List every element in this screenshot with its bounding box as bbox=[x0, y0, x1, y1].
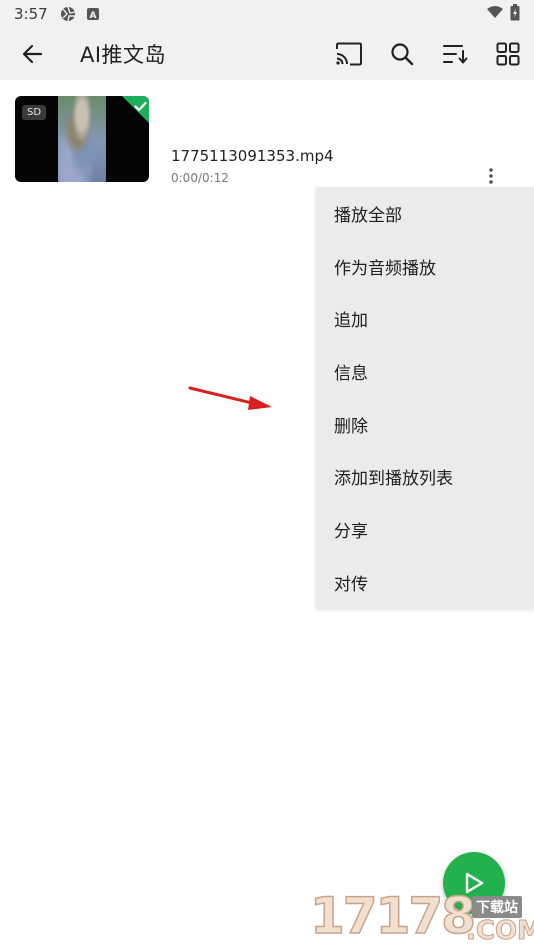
sort-button[interactable] bbox=[428, 28, 481, 80]
app-bar: AI推文岛 bbox=[0, 28, 534, 80]
grid-view-button[interactable] bbox=[481, 28, 534, 80]
video-thumbnail[interactable]: SD bbox=[15, 96, 149, 182]
watermark-number: 17178 bbox=[309, 886, 476, 946]
sort-icon bbox=[442, 45, 467, 64]
back-button[interactable] bbox=[0, 28, 64, 80]
aperture-icon bbox=[60, 6, 76, 22]
status-bar: 3:57 A bbox=[0, 0, 534, 28]
search-button[interactable] bbox=[375, 28, 428, 80]
cast-button[interactable] bbox=[322, 28, 375, 80]
menu-item-play-all[interactable]: 播放全部 bbox=[316, 187, 534, 240]
video-filename: 1775113091353.mp4 bbox=[171, 147, 334, 165]
menu-item-append[interactable]: 追加 bbox=[316, 292, 534, 345]
more-vert-icon bbox=[489, 168, 493, 184]
search-icon bbox=[390, 43, 413, 66]
page-title: AI推文岛 bbox=[80, 43, 167, 67]
more-options-button[interactable] bbox=[480, 164, 502, 188]
video-duration: 0:00/0:12 bbox=[171, 171, 229, 185]
menu-item-delete[interactable]: 删除 bbox=[316, 398, 534, 451]
menu-item-share[interactable]: 分享 bbox=[316, 503, 534, 556]
watermark-suffix: .COM bbox=[466, 916, 534, 947]
notification-a-icon: A bbox=[86, 7, 100, 21]
status-time: 3:57 bbox=[14, 5, 48, 23]
arrow-back-icon bbox=[22, 44, 43, 64]
quality-badge: SD bbox=[22, 105, 47, 120]
screen: 3:57 A AI推文岛 SD 1775113091353.mp4 0:00/0… bbox=[0, 0, 534, 950]
svg-text:A: A bbox=[89, 11, 96, 21]
thumbnail-image bbox=[58, 96, 106, 182]
wifi-icon bbox=[486, 5, 504, 23]
menu-item-transfer[interactable]: 对传 bbox=[316, 556, 534, 609]
grid-view-icon bbox=[496, 42, 519, 66]
watermark-logo: 17178 下载站 .COM bbox=[306, 884, 534, 950]
app-bar-actions bbox=[322, 28, 534, 80]
menu-item-play-as-audio[interactable]: 作为音频播放 bbox=[316, 240, 534, 293]
watermark-tag: 下载站 bbox=[472, 896, 522, 918]
context-menu: 播放全部 作为音频播放 追加 信息 删除 添加到播放列表 分享 对传 bbox=[316, 187, 534, 609]
list-item[interactable]: SD 1775113091353.mp4 0:00/0:12 bbox=[0, 88, 534, 198]
annotation-arrow-icon bbox=[186, 382, 276, 418]
check-icon bbox=[134, 97, 147, 116]
battery-icon bbox=[510, 3, 520, 25]
status-right bbox=[486, 3, 520, 25]
menu-item-info[interactable]: 信息 bbox=[316, 345, 534, 398]
cast-icon bbox=[335, 42, 362, 66]
menu-item-add-to-playlist[interactable]: 添加到播放列表 bbox=[316, 450, 534, 503]
